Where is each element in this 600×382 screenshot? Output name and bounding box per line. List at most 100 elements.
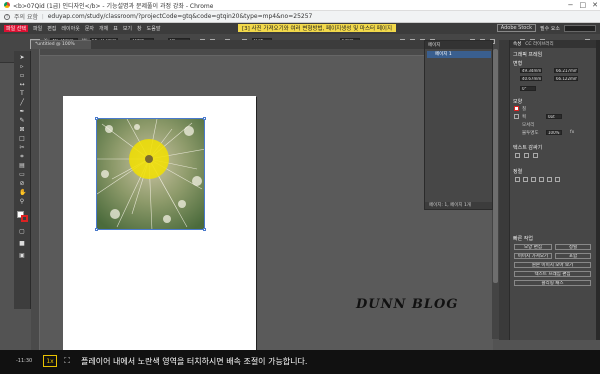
page-row[interactable]: 페이지 1 [427,51,491,58]
props-y-field[interactable]: 40.67mm [520,76,542,81]
quick-actions-section: 빠른 작업 [513,236,533,242]
vertical-scrollbar[interactable] [492,49,499,339]
selection-tool-icon[interactable]: ➤ [19,55,25,61]
props-x-field[interactable]: 49.34mm [520,68,542,73]
wrap-shape-icon[interactable] [533,153,538,158]
gradient-tool-icon[interactable]: ▤ [19,163,25,169]
align-left-edges-icon[interactable] [515,177,520,182]
stroke-weight-field[interactable]: 0pt [546,114,562,119]
document-tab[interactable]: *untitled @ 100% [31,40,91,49]
info-icon[interactable]: ! [4,13,10,20]
screen-mode-icon[interactable]: ▣ [19,253,25,259]
menu-help[interactable]: 도움말 [147,25,161,32]
fill-stroke-icon[interactable] [17,211,28,222]
resize-handle-tl[interactable] [95,117,98,120]
appearance-section: 모양 [513,99,523,105]
fullscreen-icon[interactable]: ⛶ [62,356,72,366]
url-text[interactable]: eduyap.com/study/classroom/?projectCode=… [48,13,313,20]
formatting-container-icon[interactable]: ▢ [19,229,25,235]
tab-properties[interactable]: 속성 [513,41,521,47]
zoom-tool-icon[interactable]: ⚲ [19,199,25,205]
rectangle-tool-icon[interactable]: □ [19,136,25,142]
pages-panel-footer: 페이지: 1, 페이지 1개 [425,202,492,209]
align-right-edges-icon[interactable] [531,177,536,182]
adobe-stock-button[interactable]: Adobe Stock [496,24,536,32]
eyedropper-tool-icon[interactable]: ⊘ [19,181,25,187]
app-logo[interactable]: 파일 선택 [4,25,28,32]
transform-section: 변형 [513,61,523,67]
dandelion-image-frame[interactable] [96,118,205,230]
align-section: 정렬 [513,169,523,175]
wrap-bbox-icon[interactable] [524,153,529,158]
chrome-icon [4,2,10,8]
align-h-center-icon[interactable] [523,177,528,182]
page-tool-icon[interactable]: ▫ [19,73,25,79]
maximize-button[interactable]: □ [580,1,587,9]
quick-action-3[interactable]: 이미지 가져오기 [514,253,552,259]
wrap-none-icon[interactable] [515,153,520,158]
close-button[interactable]: ✕ [592,1,598,9]
pencil-tool-icon[interactable]: ✎ [19,118,25,124]
menu-table[interactable]: 표 [113,25,118,32]
scroll-thumb[interactable] [493,49,498,283]
props-w-field[interactable]: 66.217mm [554,68,578,73]
props-h-field[interactable]: 66.122mm [554,76,578,81]
menu-bar: 파일 선택 파일 편집 레이아웃 문자 개체 표 보기 창 도움말 [3] 사진… [0,23,600,34]
note-tool-icon[interactable]: ▭ [19,172,25,178]
quick-action-7[interactable]: 클리핑 패스 [514,280,591,286]
scissors-tool-icon[interactable]: ✂ [19,145,25,151]
menu-layout[interactable]: 레이아웃 [61,25,79,32]
resize-handle-bl[interactable] [95,228,98,231]
gap-tool-icon[interactable]: ↔ [19,82,25,88]
security-warning[interactable]: 주의 요함 [14,12,38,21]
minimize-button[interactable]: − [568,1,574,9]
fx-button[interactable]: fx [570,130,574,135]
opacity-field[interactable]: 100% [546,130,562,135]
direct-selection-tool-icon[interactable]: ▹ [19,64,25,70]
lesson-banner: [3] 사진 가져오기와 여러 변형방법, 페이지생성 및 마스터 페이지 [238,24,397,32]
quick-action-4[interactable]: 포함 [555,253,591,259]
hand-tool-icon[interactable]: ✋ [19,190,26,196]
align-top-icon[interactable] [539,177,544,182]
align-v-center-icon[interactable] [547,177,552,182]
menu-type[interactable]: 문자 [85,25,94,32]
menu-file[interactable]: 파일 [33,25,42,32]
vertical-ruler [31,49,40,350]
props-angle-field[interactable]: 0° [520,86,536,91]
text-wrap-section: 텍스트 감싸기 [513,145,543,151]
essentials-workspace[interactable]: 필수 요소 [540,25,560,32]
time-remaining: -11:30 [16,358,33,364]
pen-tool-icon[interactable]: ✒ [19,109,25,115]
menu-edit[interactable]: 편집 [47,25,56,32]
type-tool-icon[interactable]: T [19,91,25,97]
address-bar[interactable]: ! 주의 요함 | eduyap.com/study/classroom/?pr… [0,11,600,23]
video-player-bar: -11:30 1x ⛶ 플레이어 내에서 노란색 영역을 터치하시면 배속 조절… [0,350,600,374]
fill-swatch[interactable] [514,106,519,111]
panel-dock-strip [499,40,509,340]
menu-window[interactable]: 창 [137,25,142,32]
rectangle-frame-tool-icon[interactable]: ⊠ [19,127,25,133]
properties-panel: 속성 CC 라이브러리 그래픽 프레임 변형 49.34mm 66.217mm … [509,40,596,340]
line-tool-icon[interactable]: ╱ [19,100,25,106]
align-bottom-icon[interactable] [555,177,560,182]
stroke-swatch[interactable] [514,114,519,119]
resize-handle-br[interactable] [203,228,206,231]
collapsed-panel-strip [596,40,600,340]
pages-panel: 페이지 페이지 1 페이지: 1, 페이지 1개 [424,40,493,210]
quick-action-2[interactable]: 정렬 [555,244,591,250]
pages-panel-title[interactable]: 페이지 [425,41,492,49]
quick-action-5[interactable]: 원본 이미지 모아 보기 [514,262,591,268]
menu-view[interactable]: 보기 [123,25,132,32]
quick-action-6[interactable]: 텍스트 프레임 편집 [514,271,591,277]
corner-label: 모서리 [522,123,535,128]
menu-object[interactable]: 개체 [99,25,108,32]
free-transform-tool-icon[interactable]: ⌗ [19,154,25,160]
resize-handle-tr[interactable] [203,117,206,120]
stroke-label: 획 [522,115,527,120]
search-input[interactable] [564,24,596,32]
blog-watermark: DUNN BLOG [356,297,459,312]
tab-cc-libraries[interactable]: CC 라이브러리 [525,41,553,47]
quick-action-1[interactable]: 모양 편집 [514,244,552,250]
apply-color-icon[interactable]: ■ [19,241,25,247]
speed-button[interactable]: 1x [43,355,57,367]
